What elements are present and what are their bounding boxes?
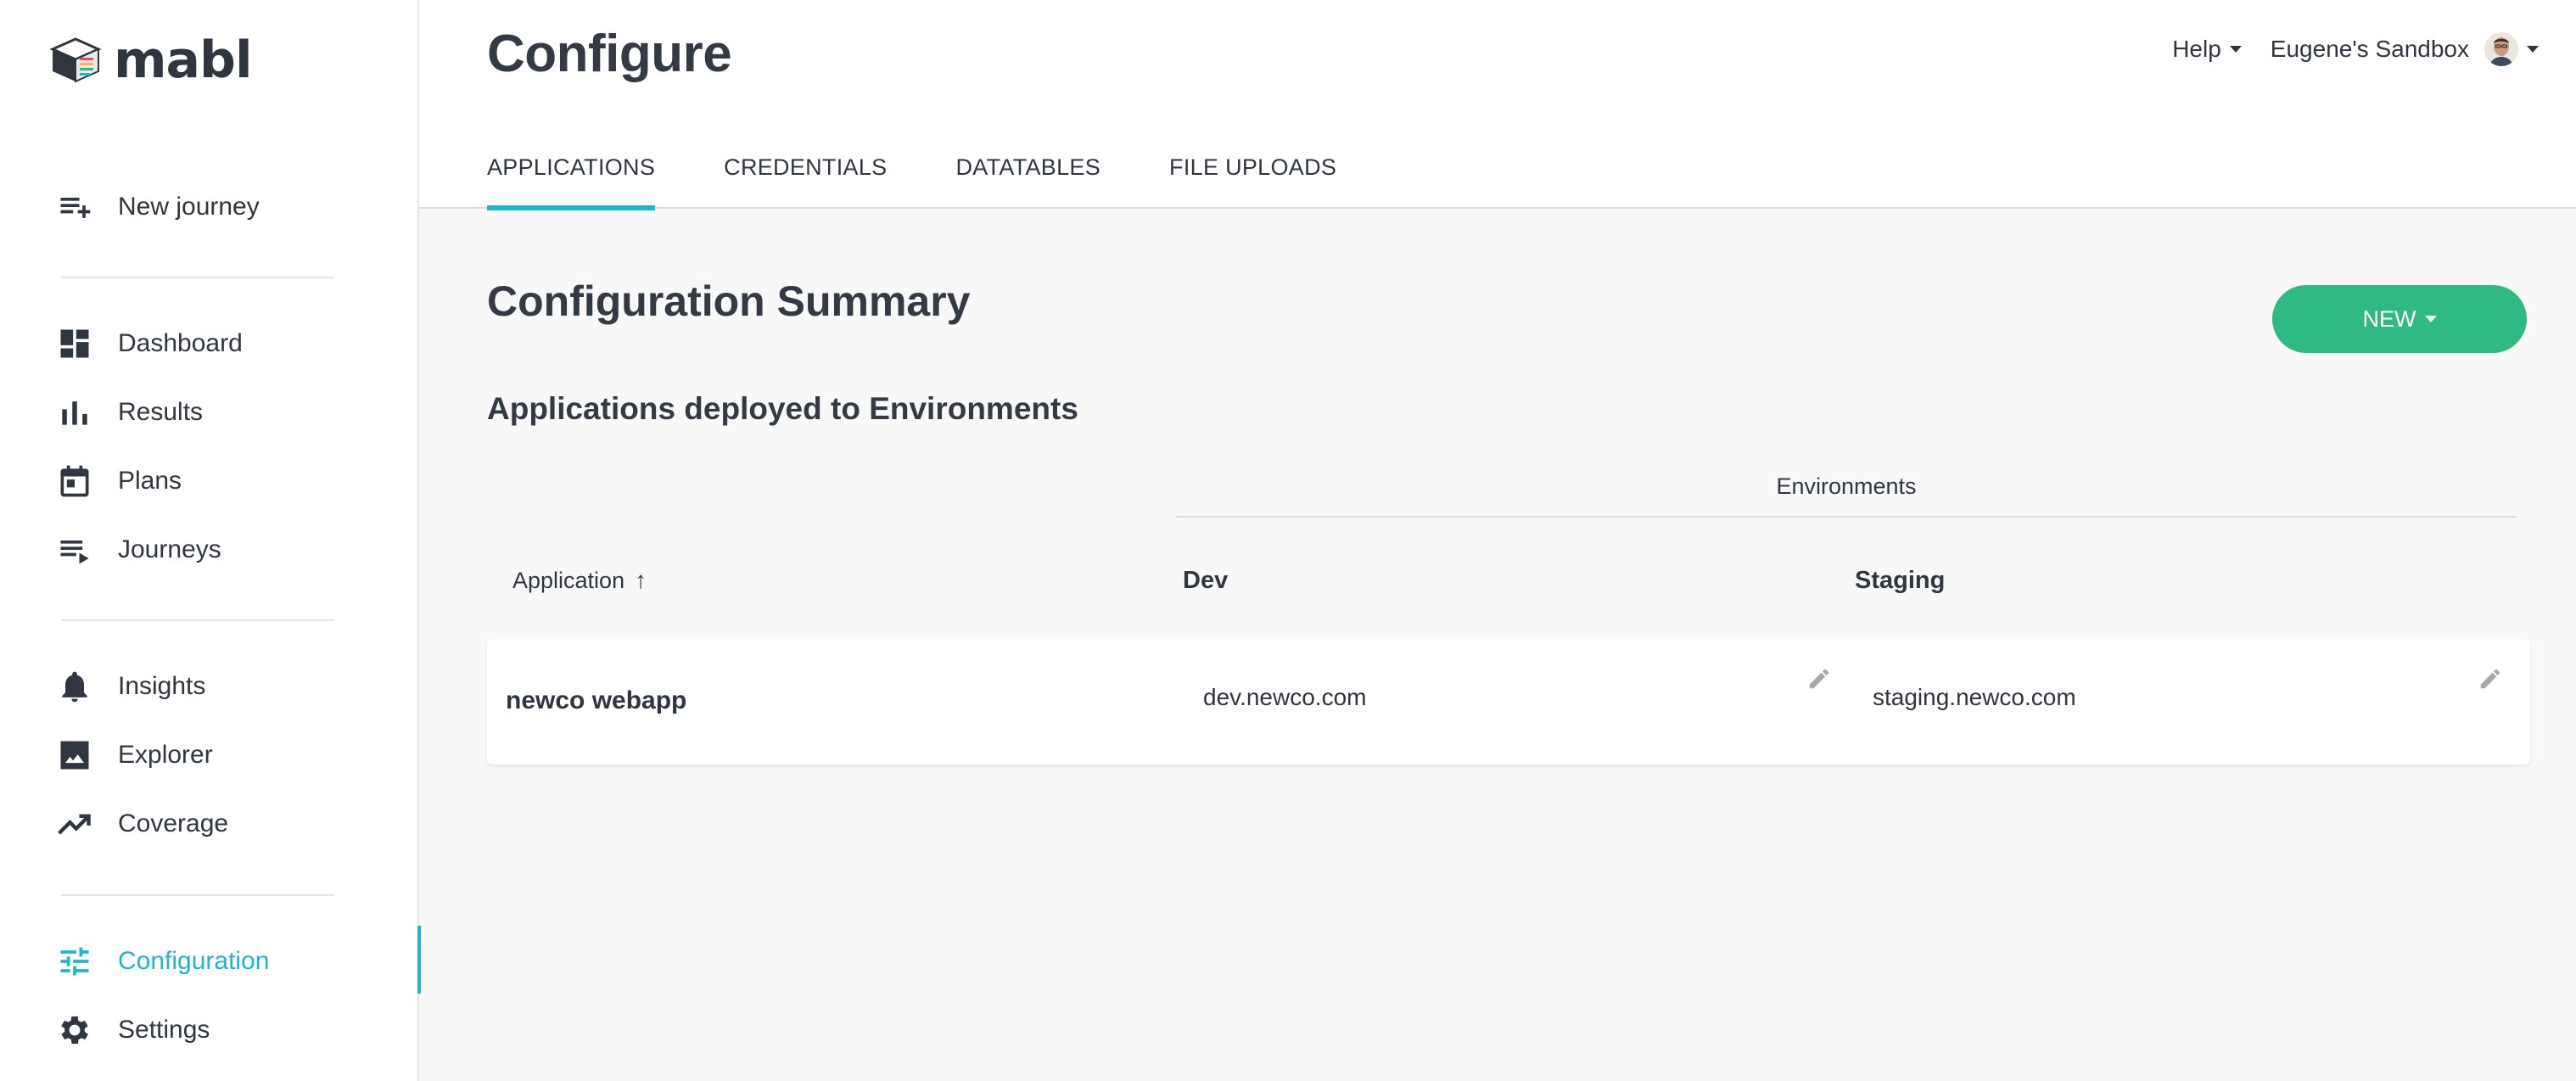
table-row: newco webapp dev.newco.com staging.newco…	[487, 639, 2530, 765]
sidebar-item-dashboard[interactable]: Dashboard	[0, 316, 419, 371]
tab-credentials[interactable]: CREDENTIALS	[724, 136, 887, 209]
sidebar-divider	[61, 619, 334, 621]
app-root: mabl New journey Dashboard Results Plans…	[0, 0, 2576, 1081]
playlist-add-icon	[56, 188, 93, 226]
cell-staging-url: staging.newco.com	[1873, 684, 2076, 710]
image-icon	[56, 737, 93, 774]
sort-arrow-up-icon: ↑	[635, 567, 647, 593]
edit-staging-pencil-icon[interactable]	[2478, 666, 2503, 692]
new-button-label: NEW	[2362, 305, 2416, 332]
main-content: Configuration Summary NEW Applications d…	[419, 210, 2576, 1081]
header: Configure Help Eugene's Sandbox APPLICAT…	[419, 0, 2576, 210]
sidebar-item-label: Explorer	[118, 741, 213, 769]
tab-applications[interactable]: APPLICATIONS	[487, 136, 656, 210]
sliders-icon	[56, 943, 93, 980]
column-header-label: Application	[512, 567, 625, 593]
section-title: Configuration Summary	[487, 277, 971, 325]
workspace-label: Eugene's Sandbox	[2270, 36, 2469, 62]
trending-up-icon	[56, 805, 93, 843]
column-header-staging: Staging	[1855, 567, 1946, 594]
sidebar-item-results[interactable]: Results	[0, 385, 419, 440]
sidebar-item-journeys[interactable]: Journeys	[0, 523, 419, 577]
sidebar-item-label: Coverage	[118, 809, 229, 837]
new-journey-button[interactable]: New journey	[0, 180, 419, 234]
sidebar-item-label: Dashboard	[118, 329, 243, 357]
help-label: Help	[2172, 36, 2221, 62]
column-header-dev: Dev	[1183, 567, 1229, 594]
gear-icon	[56, 1011, 93, 1049]
bell-icon	[56, 668, 93, 705]
sidebar-item-settings[interactable]: Settings	[0, 1003, 419, 1057]
sidebar-item-insights[interactable]: Insights	[0, 659, 419, 714]
playlist-icon	[56, 531, 93, 569]
sidebar-item-label: Plans	[118, 467, 182, 495]
new-button[interactable]: NEW	[2272, 285, 2527, 353]
environments-divider	[1176, 516, 2517, 518]
new-journey-label: New journey	[118, 193, 260, 221]
sidebar-item-label: Journeys	[118, 535, 221, 563]
chevron-down-icon	[2527, 46, 2539, 53]
cell-dev-url: dev.newco.com	[1203, 684, 1367, 710]
chevron-down-icon	[2229, 46, 2242, 53]
bar-chart-icon	[56, 394, 93, 431]
subheading: Applications deployed to Environments	[487, 391, 1078, 426]
environments-header: Environments	[1776, 473, 1917, 499]
sidebar-item-coverage[interactable]: Coverage	[0, 797, 419, 851]
calendar-icon	[56, 462, 93, 500]
cell-application[interactable]: newco webapp	[506, 686, 686, 715]
sidebar-item-configuration[interactable]: Configuration	[0, 926, 421, 994]
tab-datatables[interactable]: DATATABLES	[956, 136, 1101, 209]
avatar	[2484, 32, 2518, 66]
edit-dev-pencil-icon[interactable]	[1806, 666, 1832, 692]
top-right-menu: Help Eugene's Sandbox	[2172, 32, 2539, 66]
sidebar: mabl New journey Dashboard Results Plans…	[0, 0, 421, 1081]
chevron-down-icon	[2424, 316, 2437, 322]
brand-name: mabl	[114, 31, 253, 90]
page-title: Configure	[487, 25, 732, 83]
sidebar-item-label: Configuration	[118, 947, 270, 975]
sidebar-item-explorer[interactable]: Explorer	[0, 728, 419, 782]
help-menu-button[interactable]: Help	[2172, 36, 2242, 63]
dashboard-icon	[56, 325, 93, 362]
mabl-logo-icon	[49, 37, 102, 83]
tab-file-uploads[interactable]: FILE UPLOADS	[1169, 136, 1336, 209]
sidebar-divider	[61, 277, 334, 278]
sidebar-item-label: Insights	[118, 672, 206, 700]
tab-bar: APPLICATIONS CREDENTIALS DATATABLES FILE…	[487, 136, 1405, 210]
workspace-menu-button[interactable]: Eugene's Sandbox	[2271, 32, 2539, 66]
sidebar-divider	[61, 894, 334, 896]
brand[interactable]: mabl	[48, 31, 253, 90]
sidebar-item-plans[interactable]: Plans	[0, 454, 419, 508]
sidebar-item-label: Settings	[118, 1016, 210, 1044]
sidebar-item-label: Results	[118, 398, 204, 426]
column-header-application[interactable]: Application ↑	[512, 567, 647, 594]
